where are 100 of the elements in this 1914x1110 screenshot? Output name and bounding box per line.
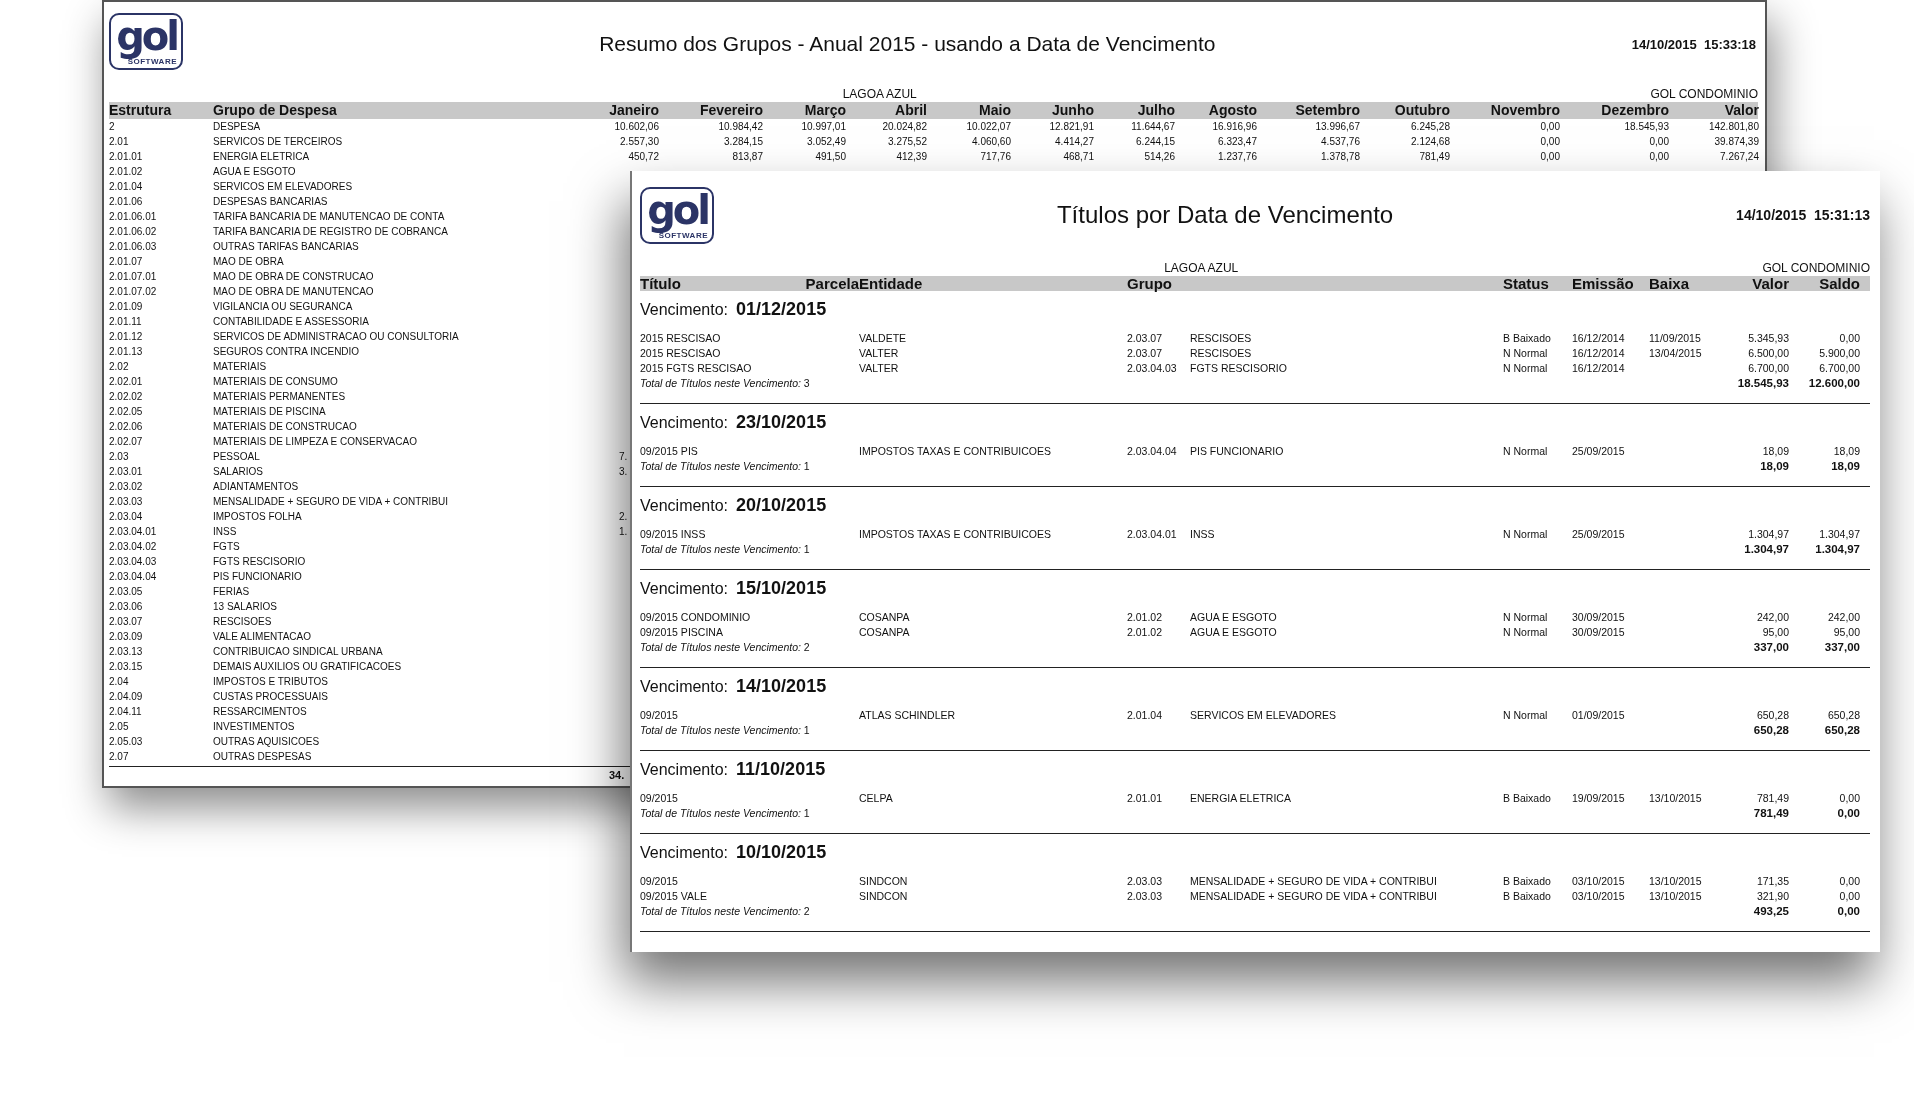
table-cell-text: 171,35 (1755, 874, 1789, 889)
table-cell-text: AGUA E ESGOTO (213, 165, 297, 179)
table-cell-text: 09/2015 (640, 874, 679, 889)
table-cell-text: 491,50 (814, 150, 846, 164)
table-cell-text: 2.01.02 (1127, 610, 1164, 625)
table-cell-text: CELPA (859, 791, 894, 806)
table-cell-text: 2.03.07 (1127, 331, 1164, 346)
table-cell-text: 3.284,15 (723, 135, 763, 149)
table-cell-text: N Normal (1503, 610, 1549, 625)
table-cell: 2. (619, 511, 628, 522)
table-cell-text: 781,49 (1418, 150, 1450, 164)
table-cell-text: 2.03.04.03 (109, 555, 158, 569)
report-title: Resumo dos Grupos - Anual 2015 - usando a Data de Vencimento (598, 32, 1217, 56)
column-header: Saldo (1818, 276, 1860, 291)
table-cell-text: N Normal (1503, 527, 1549, 542)
table-cell-text: RESCISOES (1190, 331, 1253, 346)
table-cell-text: MAO DE OBRA DE CONSTRUCAO (213, 270, 375, 284)
table-cell-text: OUTRAS AQUISICOES (213, 735, 321, 749)
table-cell-text: 0,00 (1838, 874, 1860, 889)
table-cell-text: 1.378,78 (1320, 150, 1360, 164)
due-date: 15/10/2015 (736, 578, 827, 599)
table-cell-text: 0,00 (1648, 135, 1669, 149)
column-header: Grupo (1127, 276, 1173, 291)
total-value: 650,28 (1823, 723, 1860, 738)
table-cell-text: 4.060,60 (971, 135, 1011, 149)
table-cell-text: 13/10/2015 (1649, 889, 1703, 904)
table-cell-text: 2015 FGTS RESCISAO (640, 361, 753, 376)
table-cell-text: 142.801,80 (1707, 120, 1759, 134)
table-cell-text: OUTRAS TARIFAS BANCARIAS (213, 240, 360, 254)
table-cell-text: MATERIAIS DE LIMPEZA E CONSERVACAO (213, 435, 418, 449)
table-cell-text: 0,00 (1648, 150, 1669, 164)
table-cell-text: SERVICOS DE ADMINISTRACAO OU CONSULTORIA (213, 330, 460, 344)
table-cell-text: 4.414,27 (1054, 135, 1094, 149)
table-cell-text: 25/09/2015 (1572, 444, 1626, 459)
table-cell-text: 16/12/2014 (1572, 331, 1626, 346)
table-cell-text: 2.01.04 (1127, 708, 1164, 723)
table-cell-text: 2.01.06.03 (109, 240, 158, 254)
table-cell-text: FERIAS (213, 585, 251, 599)
table-cell-text: ENERGIA ELETRICA (1190, 791, 1292, 806)
column-header: Título (640, 276, 682, 291)
table-cell-text: 03/10/2015 (1572, 874, 1626, 889)
table-cell-text: 11/09/2015 (1649, 331, 1702, 346)
table-cell-text: PESSOAL (213, 450, 261, 464)
table-cell-text: 2.01.07.02 (109, 285, 158, 299)
due-label: Vencimento: (640, 497, 729, 515)
total-value: 337,00 (1752, 640, 1789, 655)
column-header: Estrutura (109, 102, 173, 119)
column-header: Emissão (1572, 276, 1635, 291)
table-cell-text: 09/2015 (640, 791, 679, 806)
column-header: Outubro (1393, 102, 1450, 119)
column-header: Setembro (1294, 102, 1360, 119)
table-cell-text: MAO DE OBRA (213, 255, 285, 269)
table-cell: 7. (619, 451, 628, 462)
table-cell-text: 2.02.06 (109, 420, 144, 434)
table-cell-text: 2.01.01 (109, 150, 144, 164)
table-cell-text: 2.01.01 (1127, 791, 1164, 806)
total-value: 1.304,97 (1814, 542, 1860, 557)
table-cell-text: 2.03.04.04 (109, 570, 158, 584)
table-cell-text: 2.03.07 (109, 615, 144, 629)
due-label: Vencimento: (640, 414, 729, 432)
table-cell-text: 2.03.04.01 (1127, 527, 1178, 542)
column-header: Junho (1051, 102, 1094, 119)
table-cell-text: 0,00 (1539, 120, 1560, 134)
table-cell-text: 2.05.03 (109, 735, 144, 749)
table-cell-text: 514,26 (1143, 150, 1175, 164)
table-cell-text: 09/2015 PIS (640, 444, 699, 459)
table-cell-text: 4.537,76 (1320, 135, 1360, 149)
table-cell-text: 0,00 (1838, 331, 1860, 346)
table-cell-text: 6.323,47 (1217, 135, 1257, 149)
total-value: 0,00 (1836, 904, 1860, 919)
table-cell-text: 2.03.15 (109, 660, 144, 674)
total-value: 18,09 (1830, 459, 1860, 474)
table-cell-text: RESSARCIMENTOS (213, 705, 308, 719)
table-cell-text: 6.244,15 (1135, 135, 1175, 149)
table-cell-text: 2.03.01 (109, 465, 144, 479)
table-cell-text: RESCISOES (1190, 346, 1253, 361)
table-cell-text: 30/09/2015 (1572, 610, 1626, 625)
table-cell-text: 09/2015 CONDOMINIO (640, 610, 752, 625)
table-cell-text: 2.03.09 (109, 630, 144, 644)
table-cell-text: N Normal (1503, 346, 1549, 361)
table-cell-text: 10.984,42 (717, 120, 763, 134)
table-cell-text: 412,39 (895, 150, 927, 164)
table-cell-text: VALTER (859, 361, 900, 376)
table-cell-text: INSS (1190, 527, 1216, 542)
table-cell-text: 95,00 (1761, 625, 1789, 640)
table-cell-text: 2.01.11 (109, 315, 143, 329)
table-cell-text: 717,76 (979, 150, 1011, 164)
due-label: Vencimento: (640, 301, 729, 319)
table-cell-text: 09/2015 INSS (640, 527, 707, 542)
table-cell-text: 13.996,67 (1314, 120, 1360, 134)
column-header: Janeiro (608, 102, 659, 119)
table-cell-text: 2.01.07.01 (109, 270, 158, 284)
table-cell-text: 242,00 (1826, 610, 1860, 625)
table-cell-text: MATERIAIS DE CONSUMO (213, 375, 339, 389)
table-cell-text: 2.01.09 (109, 300, 144, 314)
column-header: Valor (1723, 102, 1759, 119)
column-header: Valor (1751, 276, 1789, 291)
table-cell-text: 19/09/2015 (1572, 791, 1626, 806)
table-cell-text: SERVICOS EM ELEVADORES (1190, 708, 1338, 723)
table-cell-text: 2.557,30 (619, 135, 659, 149)
